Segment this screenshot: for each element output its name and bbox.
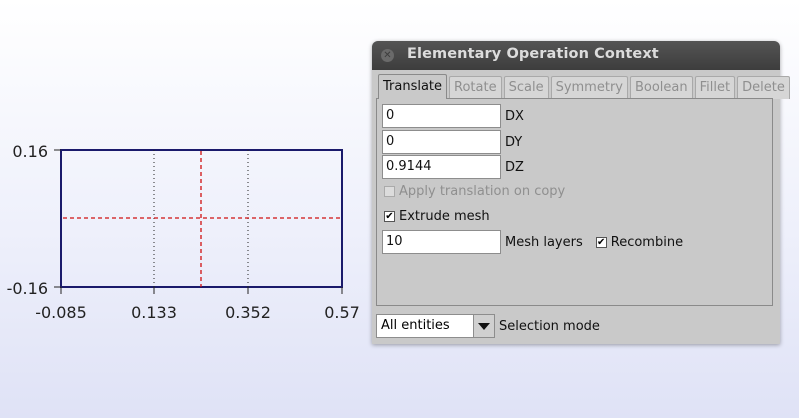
apply-on-copy-row: Apply translation on copy (384, 184, 565, 199)
tab-translate[interactable]: Translate (378, 74, 448, 99)
elementary-operation-dialog: ✕ Elementary Operation Context Translate… (372, 41, 790, 344)
dy-row: 0 DY (382, 129, 522, 155)
x-label-3: 0.57 (324, 303, 360, 322)
dx-row: 0 DX (382, 103, 524, 129)
dialog-title: Elementary Operation Context (407, 46, 659, 62)
operation-tabs: Translate Rotate Scale Symmetry Boolean … (378, 74, 792, 99)
dx-input[interactable]: 0 (382, 104, 501, 128)
tab-rotate[interactable]: Rotate (449, 76, 502, 99)
selection-mode-label: Selection mode (499, 318, 600, 334)
translate-panel: 0 DX 0 DY 0.9144 DZ Apply translation on… (376, 98, 773, 306)
selection-mode-select[interactable]: All entities (376, 314, 495, 338)
tab-symmetry[interactable]: Symmetry (550, 76, 628, 99)
dz-input[interactable]: 0.9144 (382, 155, 501, 179)
dy-input[interactable]: 0 (382, 130, 501, 154)
apply-on-copy-label: Apply translation on copy (399, 184, 566, 199)
apply-on-copy-checkbox[interactable] (384, 186, 395, 197)
y-label-top: 0.16 (12, 142, 48, 161)
extrude-mesh-label: Extrude mesh (399, 209, 490, 224)
x-label-1: 0.133 (131, 303, 177, 322)
tab-scale[interactable]: Scale (503, 76, 549, 99)
mesh-layers-label: Mesh layers (505, 234, 583, 250)
chevron-down-icon[interactable] (473, 315, 494, 337)
mesh-layers-row: 10 Mesh layers ✔ Recombine (382, 229, 683, 255)
tab-delete[interactable]: Delete (737, 76, 790, 99)
close-icon[interactable]: ✕ (381, 49, 394, 62)
recombine-checkbox[interactable]: ✔ (595, 236, 607, 248)
x-label-2: 0.352 (225, 303, 271, 322)
dz-row: 0.9144 DZ (382, 154, 524, 180)
extrude-mesh-row: ✔ Extrude mesh (384, 209, 490, 224)
dy-label: DY (505, 134, 523, 150)
mesh-layers-input[interactable]: 10 (382, 230, 501, 254)
dialog-titlebar[interactable]: ✕ Elementary Operation Context (372, 41, 780, 70)
dz-label: DZ (505, 159, 524, 175)
tab-boolean[interactable]: Boolean (629, 76, 693, 99)
tab-fillet[interactable]: Fillet (694, 76, 736, 99)
x-label-0: -0.085 (35, 303, 87, 322)
selection-mode-value: All entities (381, 318, 450, 333)
recombine-label: Recombine (610, 234, 684, 250)
extrude-mesh-checkbox[interactable]: ✔ (384, 211, 395, 222)
selection-mode-row: All entities Selection mode (376, 314, 600, 338)
dx-label: DX (505, 108, 524, 124)
y-label-bottom: -0.16 (7, 279, 48, 298)
